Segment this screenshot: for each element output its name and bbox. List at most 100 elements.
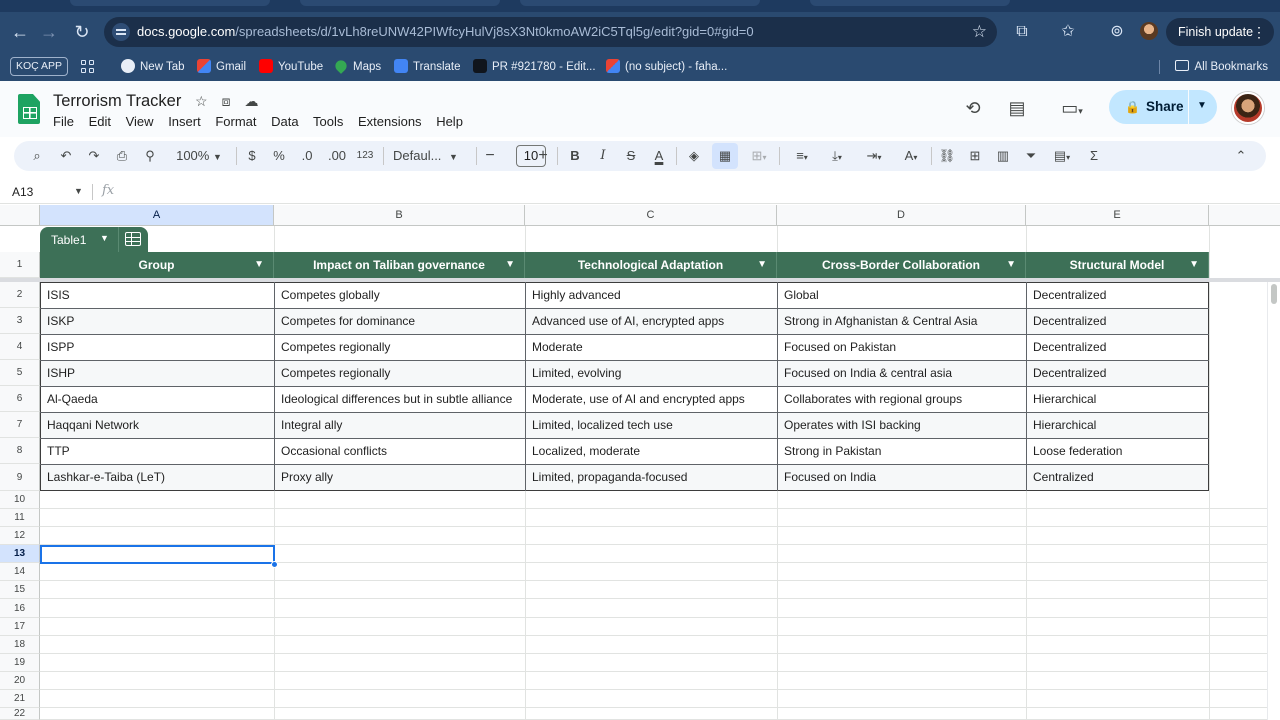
- row-header-15[interactable]: 15: [0, 581, 40, 599]
- table-cell[interactable]: Localized, moderate: [525, 438, 777, 464]
- all-bookmarks[interactable]: All Bookmarks: [1174, 58, 1268, 76]
- format-percent-button[interactable]: %: [271, 146, 287, 166]
- column-header-e[interactable]: E: [1026, 205, 1209, 226]
- menu-edit[interactable]: Edit: [89, 114, 111, 129]
- table-cell[interactable]: Limited, evolving: [525, 360, 777, 386]
- table-cell[interactable]: Global: [777, 282, 1026, 308]
- column-header-b[interactable]: B: [274, 205, 525, 226]
- vertical-align-icon[interactable]: ⤓▾: [822, 146, 852, 166]
- browser-tab[interactable]: [300, 0, 500, 6]
- table-header-technology[interactable]: Technological Adaptation ▼: [525, 252, 777, 278]
- name-box[interactable]: A13: [12, 185, 33, 199]
- column-header-a[interactable]: A: [40, 205, 274, 226]
- star-icon[interactable]: ☆: [195, 93, 222, 109]
- table-cell[interactable]: Competes globally: [274, 282, 525, 308]
- menu-view[interactable]: View: [126, 114, 154, 129]
- bookmark-star-icon[interactable]: ☆: [972, 22, 987, 42]
- vertical-scroll-thumb[interactable]: [1271, 284, 1277, 304]
- table-cell[interactable]: Focused on India: [777, 464, 1026, 490]
- bookmark-list-icon[interactable]: ✩: [1057, 21, 1079, 43]
- table-cell[interactable]: Competes for dominance: [274, 308, 525, 334]
- tab-search-icon[interactable]: ⊚: [1106, 21, 1128, 43]
- row-header-6[interactable]: 6: [0, 386, 40, 412]
- table-cell[interactable]: Competes regionally: [274, 360, 525, 386]
- version-history-icon[interactable]: ⟲: [961, 96, 985, 120]
- row-header-5[interactable]: 5: [0, 360, 40, 386]
- redo-icon[interactable]: ↷: [85, 146, 103, 166]
- row-header-7[interactable]: 7: [0, 412, 40, 438]
- format-currency-button[interactable]: $: [244, 146, 260, 166]
- bookmark-koc-app[interactable]: KOÇ APP: [10, 57, 68, 76]
- row-header-12[interactable]: 12: [0, 527, 40, 545]
- borders-icon[interactable]: ▦: [716, 146, 734, 166]
- browser-tab[interactable]: [520, 0, 760, 6]
- row-header-22[interactable]: 22: [0, 708, 40, 720]
- table-cell[interactable]: Limited, propaganda-focused: [525, 464, 777, 490]
- table-cell[interactable]: Lashkar-e-Taiba (LeT): [40, 464, 274, 490]
- finish-update-button[interactable]: Finish update ⋮: [1166, 18, 1274, 46]
- table-cell[interactable]: Strong in Pakistan: [777, 438, 1026, 464]
- table-cell[interactable]: Occasional conflicts: [274, 438, 525, 464]
- zoom-select[interactable]: 100% ▼: [170, 146, 228, 166]
- account-avatar[interactable]: [1232, 92, 1264, 124]
- merge-cells-icon[interactable]: ⊞▾: [744, 146, 774, 166]
- bookmark-pr[interactable]: PR #921780 - Edit...: [473, 58, 596, 76]
- bold-button[interactable]: B: [567, 146, 583, 166]
- column-header-c[interactable]: C: [525, 205, 777, 226]
- table-cell[interactable]: Focused on India & central asia: [777, 360, 1026, 386]
- row-header-3[interactable]: 3: [0, 308, 40, 334]
- table-header-impact[interactable]: Impact on Taliban governance ▼: [274, 252, 525, 278]
- table-cell[interactable]: Hierarchical: [1026, 386, 1209, 412]
- insert-chart-icon[interactable]: ▥: [994, 146, 1012, 166]
- forward-icon[interactable]: →: [37, 20, 61, 44]
- menu-tools[interactable]: Tools: [313, 114, 343, 129]
- menu-file[interactable]: File: [53, 114, 74, 129]
- extensions-icon[interactable]: ⧉: [1011, 21, 1033, 43]
- table-cell[interactable]: Decentralized: [1026, 282, 1209, 308]
- comments-icon[interactable]: ▤: [1005, 96, 1029, 120]
- strikethrough-button[interactable]: S: [623, 146, 639, 166]
- bookmark-new-tab[interactable]: New Tab: [121, 58, 185, 76]
- reload-icon[interactable]: ↻: [70, 20, 94, 44]
- row-header-20[interactable]: 20: [0, 672, 40, 690]
- browser-tab[interactable]: [810, 0, 1010, 6]
- table-cell[interactable]: ISPP: [40, 334, 274, 360]
- row-header-10[interactable]: 10: [0, 491, 40, 509]
- browser-tab[interactable]: [70, 0, 270, 6]
- apps-grid-icon[interactable]: [81, 60, 95, 74]
- table-cell[interactable]: Integral ally: [274, 412, 525, 438]
- table-name-chip[interactable]: Table1 ▼: [40, 227, 148, 252]
- filter-icon[interactable]: ⏷: [1022, 146, 1040, 166]
- table-cell[interactable]: Proxy ally: [274, 464, 525, 490]
- fill-color-icon[interactable]: ◈: [686, 146, 702, 166]
- meet-icon[interactable]: ▭▾: [1052, 96, 1092, 120]
- filter-views-icon[interactable]: ▤▾: [1047, 146, 1077, 166]
- table-cell[interactable]: Centralized: [1026, 464, 1209, 490]
- text-color-button[interactable]: A: [651, 146, 667, 166]
- table-cell[interactable]: Haqqani Network: [40, 412, 274, 438]
- table-cell[interactable]: Hierarchical: [1026, 412, 1209, 438]
- table-header-group[interactable]: Group ▼: [40, 252, 274, 278]
- table-cell[interactable]: Operates with ISI backing: [777, 412, 1026, 438]
- table-header-cross-border[interactable]: Cross-Border Collaboration ▼: [777, 252, 1026, 278]
- row-header-16[interactable]: 16: [0, 599, 40, 618]
- row-header-8[interactable]: 8: [0, 438, 40, 464]
- table-cell[interactable]: Collaborates with regional groups: [777, 386, 1026, 412]
- table-cell[interactable]: Strong in Afghanistan & Central Asia: [777, 308, 1026, 334]
- table-cell[interactable]: Advanced use of AI, encrypted apps: [525, 308, 777, 334]
- horizontal-align-icon[interactable]: ≡▾: [787, 146, 817, 166]
- menu-extensions[interactable]: Extensions: [358, 114, 422, 129]
- undo-icon[interactable]: ↶: [57, 146, 75, 166]
- menu-data[interactable]: Data: [271, 114, 298, 129]
- column-header-d[interactable]: D: [777, 205, 1026, 226]
- table-cell[interactable]: Competes regionally: [274, 334, 525, 360]
- table-cell[interactable]: Moderate: [525, 334, 777, 360]
- insert-comment-icon[interactable]: ⊞: [966, 146, 984, 166]
- move-icon[interactable]: ⧈: [222, 93, 245, 109]
- print-icon[interactable]: ⎙: [113, 146, 131, 166]
- text-wrapping-icon[interactable]: ⇥▾: [859, 146, 889, 166]
- row-header-21[interactable]: 21: [0, 690, 40, 708]
- table-cell[interactable]: Moderate, use of AI and encrypted apps: [525, 386, 777, 412]
- table-menu-chevron-icon[interactable]: ▼: [100, 233, 109, 243]
- share-button[interactable]: Share ▼: [1109, 90, 1217, 124]
